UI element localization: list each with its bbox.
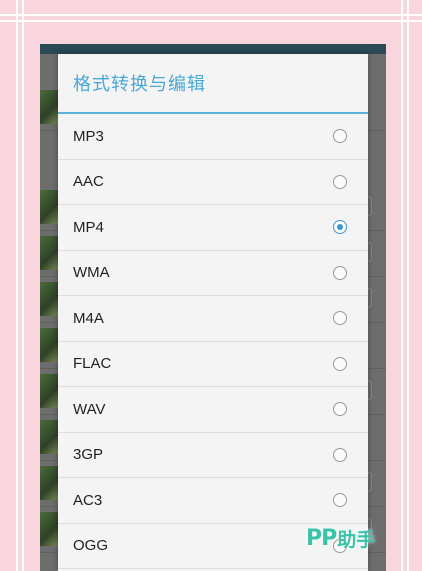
radio-button[interactable] <box>333 356 347 371</box>
frame-line <box>0 14 422 16</box>
dialog-title: 格式转换与编辑 <box>73 74 206 95</box>
video-thumbnail <box>40 282 58 316</box>
format-conversion-dialog: 格式转换与编辑 MP3 AAC MP4 WMA M4A FLAC WAV 3GP… <box>58 54 368 571</box>
format-option-wma[interactable]: WMA <box>58 251 368 296</box>
option-label: AAC <box>73 173 104 191</box>
video-thumbnail <box>40 190 58 224</box>
format-option-flac[interactable]: FLAC <box>58 342 368 387</box>
format-option-ac3[interactable]: AC3 <box>58 478 368 524</box>
format-option-mp3[interactable]: MP3 <box>58 114 368 160</box>
radio-button[interactable] <box>333 311 347 326</box>
radio-button[interactable] <box>333 174 347 189</box>
video-thumbnail <box>40 512 58 546</box>
video-thumbnail <box>40 466 58 500</box>
video-thumbnail <box>40 236 58 270</box>
watermark-brand: PP <box>306 526 337 551</box>
option-label: MP3 <box>73 127 104 145</box>
frame-line <box>22 0 24 571</box>
video-thumbnail <box>40 374 58 408</box>
video-thumbnail <box>40 90 58 124</box>
frame-line <box>0 20 422 22</box>
option-label: WAV <box>73 400 106 418</box>
format-option-wav[interactable]: WAV <box>58 387 368 433</box>
format-option-mp4[interactable]: MP4 <box>58 205 368 251</box>
option-label: AC3 <box>73 491 103 509</box>
radio-button-checked[interactable] <box>333 220 347 235</box>
video-thumbnail <box>40 328 58 362</box>
format-option-aac[interactable]: AAC <box>58 160 368 205</box>
radio-button[interactable] <box>333 402 347 417</box>
radio-button[interactable] <box>333 447 347 462</box>
frame-line <box>16 0 18 571</box>
option-label: MP4 <box>73 218 104 236</box>
option-label: M4A <box>73 309 104 327</box>
option-label: OGG <box>73 537 109 555</box>
radio-button[interactable] <box>333 129 347 144</box>
format-option-m4a[interactable]: M4A <box>58 296 368 342</box>
pp-assistant-watermark: PP 助手 <box>306 525 375 552</box>
watermark-text: 助手 <box>337 529 376 551</box>
dialog-header: 格式转换与编辑 <box>58 54 368 114</box>
video-thumbnail <box>40 420 58 454</box>
option-label: FLAC <box>73 355 112 373</box>
option-label: 3GP <box>73 446 104 464</box>
frame-line <box>407 0 409 571</box>
format-option-3gp[interactable]: 3GP <box>58 433 368 478</box>
radio-button[interactable] <box>333 493 347 508</box>
radio-button[interactable] <box>333 265 347 280</box>
frame-line <box>401 0 403 571</box>
option-label: WMA <box>73 264 110 282</box>
format-option-list: MP3 AAC MP4 WMA M4A FLAC WAV 3GP AC3 OGG <box>58 114 368 569</box>
status-bar <box>40 44 386 54</box>
